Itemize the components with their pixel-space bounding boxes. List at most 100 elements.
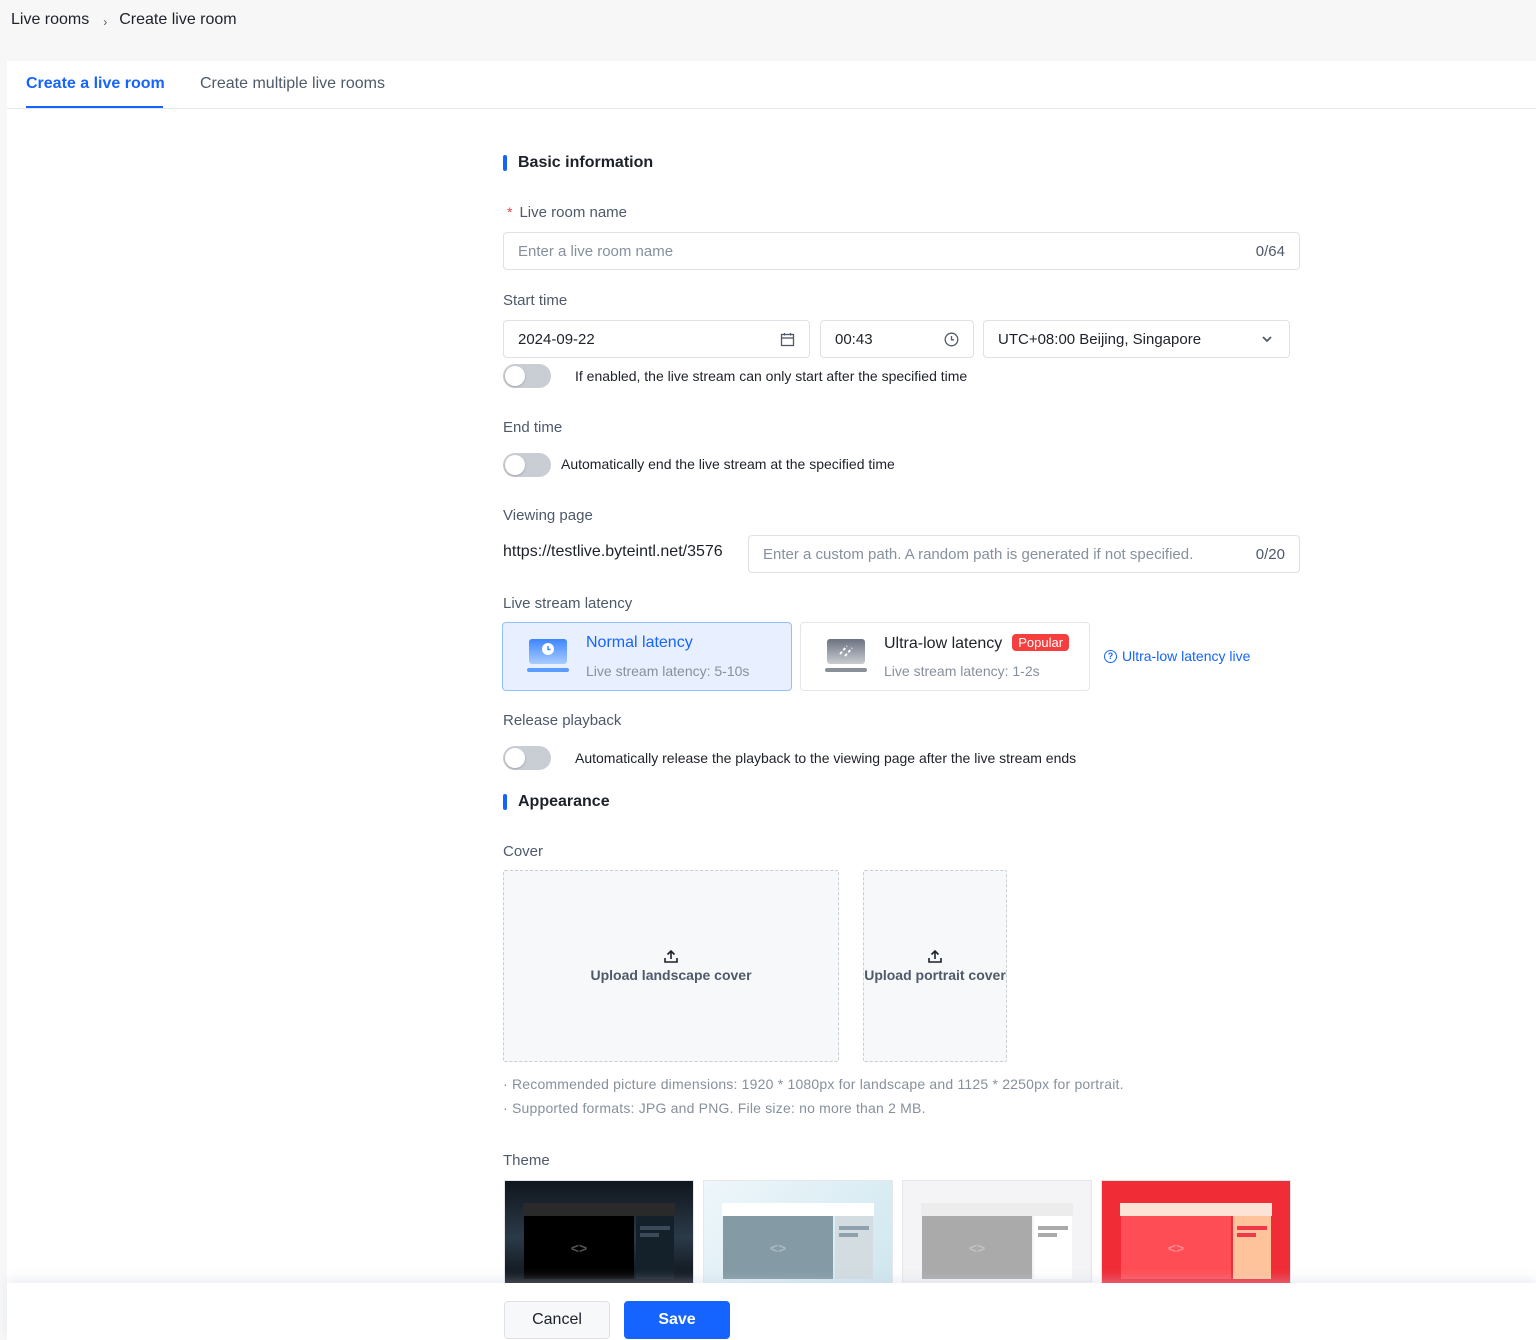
- required-mark: *: [507, 204, 513, 220]
- start-date-picker[interactable]: 2024-09-22: [503, 320, 810, 358]
- theme-preview-sidebar: [835, 1216, 873, 1279]
- breadcrumb-current: Create live room: [119, 11, 237, 28]
- clock-icon: [943, 331, 959, 347]
- breadcrumb-live-rooms[interactable]: Live rooms: [11, 11, 89, 29]
- logo-icon: <>: [968, 1239, 986, 1256]
- release-playback-hint: Automatically release the playback to th…: [575, 750, 1077, 766]
- theme-preview-video: <>: [723, 1216, 833, 1279]
- section-marker: [503, 155, 507, 171]
- timezone-value: UTC+08:00 Beijing, Singapore: [998, 330, 1202, 348]
- logo-icon: <>: [570, 1239, 588, 1256]
- main-card: Create a live room Create multiple live …: [7, 61, 1536, 1340]
- theme-preview-frame: <>: [523, 1203, 675, 1283]
- save-button[interactable]: Save: [624, 1301, 730, 1339]
- latency-title: Normal latency: [586, 634, 693, 651]
- theme-option-dark[interactable]: <>: [504, 1180, 694, 1284]
- placeholder: Enter a custom path. A random path is ge…: [763, 545, 1194, 563]
- ultra-low-latency-help-link[interactable]: ? Ultra-low latency live: [1104, 648, 1250, 664]
- calendar-icon: [779, 331, 795, 347]
- theme-preview-frame: <>: [921, 1203, 1073, 1283]
- date-value: 2024-09-22: [518, 330, 595, 348]
- upload-landscape-label: Upload landscape cover: [590, 967, 752, 983]
- end-time-hint: Automatically end the live stream at the…: [561, 456, 895, 472]
- theme-preview-sidebar: [636, 1216, 674, 1279]
- upload-icon: [664, 949, 678, 963]
- placeholder: Enter a live room name: [518, 242, 674, 260]
- start-time-picker[interactable]: 00:43: [820, 320, 974, 358]
- live-room-name-input[interactable]: Enter a live room name 0/64: [503, 232, 1300, 270]
- theme-preview-line: [640, 1233, 659, 1237]
- section-basic-information: Basic information: [503, 154, 653, 172]
- chevron-right-icon: ›: [103, 15, 108, 29]
- release-playback-label: Release playback: [503, 712, 622, 729]
- latency-option-ultra-low[interactable]: Ultra-low latency Popular Live stream lat…: [800, 622, 1090, 691]
- theme-preview-header: [921, 1203, 1073, 1216]
- cover-note-formats: · Supported formats: JPG and PNG. File s…: [503, 1100, 926, 1116]
- theme-preview-line: [1038, 1233, 1057, 1237]
- theme-preview-line: [839, 1226, 869, 1230]
- theme-preview-header: [1120, 1203, 1272, 1216]
- theme-preview-frame: <>: [1120, 1203, 1272, 1283]
- cancel-button[interactable]: Cancel: [504, 1301, 610, 1339]
- upload-landscape-cover[interactable]: Upload landscape cover: [503, 870, 839, 1062]
- theme-preview-header: [722, 1203, 874, 1216]
- theme-preview-header: [523, 1203, 675, 1216]
- live-room-name-label: * Live room name: [507, 204, 627, 221]
- theme-preview-frame: <>: [722, 1203, 874, 1283]
- section-appearance: Appearance: [503, 793, 610, 811]
- theme-preview-line: [1237, 1233, 1256, 1237]
- latency-subtitle: Live stream latency: 5-10s: [586, 663, 750, 679]
- theme-option-festive-red[interactable]: <>: [1101, 1180, 1291, 1284]
- theme-option-light-gray[interactable]: <>: [902, 1180, 1092, 1284]
- upload-portrait-cover[interactable]: Upload portrait cover: [863, 870, 1007, 1062]
- help-link-text: Ultra-low latency live: [1122, 648, 1251, 664]
- footer-bar: Cancel Save: [7, 1283, 1536, 1340]
- theme-option-light-blue[interactable]: <>: [703, 1180, 893, 1284]
- upload-portrait-label: Upload portrait cover: [864, 967, 1006, 983]
- cover-note-dimensions: · Recommended picture dimensions: 1920 *…: [503, 1076, 1124, 1092]
- theme-preview-sidebar: [1233, 1216, 1271, 1279]
- fast-laptop-icon: [825, 639, 867, 672]
- label-text: Live room name: [519, 204, 628, 221]
- tab-create-live-room[interactable]: Create a live room: [26, 75, 165, 93]
- custom-path-input[interactable]: Enter a custom path. A random path is ge…: [748, 535, 1300, 573]
- latency-label: Live stream latency: [503, 595, 633, 612]
- start-time-label: Start time: [503, 292, 568, 309]
- time-value: 00:43: [835, 330, 873, 348]
- theme-preview-video: <>: [922, 1216, 1032, 1279]
- active-tab-indicator: [26, 106, 163, 108]
- chevron-down-icon: [1259, 331, 1275, 347]
- theme-preview-sidebar: [1034, 1216, 1072, 1279]
- latency-title: Ultra-low latency Popular: [884, 634, 1070, 653]
- section-marker: [503, 794, 507, 810]
- theme-preview-video: <>: [524, 1216, 634, 1279]
- upload-icon: [928, 949, 942, 963]
- latency-subtitle: Live stream latency: 1-2s: [884, 663, 1040, 679]
- tab-create-multiple-live-rooms[interactable]: Create multiple live rooms: [200, 75, 385, 93]
- release-playback-toggle[interactable]: [503, 746, 551, 770]
- logo-icon: <>: [1167, 1239, 1185, 1256]
- theme-label: Theme: [503, 1152, 550, 1169]
- start-time-hint: If enabled, the live stream can only sta…: [575, 368, 968, 384]
- char-count: 0/20: [1255, 545, 1285, 563]
- latency-title-text: Ultra-low latency: [884, 635, 1003, 652]
- tab-bar: Create a live room Create multiple live …: [7, 61, 1536, 109]
- section-title-text: Basic information: [518, 154, 654, 171]
- cover-label: Cover: [503, 843, 544, 860]
- logo-icon: <>: [769, 1239, 787, 1256]
- popular-badge: Popular: [1012, 634, 1070, 651]
- auto-end-toggle[interactable]: [503, 453, 551, 477]
- question-circle-icon: ?: [1104, 649, 1117, 663]
- viewing-page-label: Viewing page: [503, 507, 593, 524]
- theme-preview-line: [839, 1233, 858, 1237]
- theme-preview-line: [1237, 1226, 1267, 1230]
- theme-preview-line: [640, 1226, 670, 1230]
- timezone-select[interactable]: UTC+08:00 Beijing, Singapore: [983, 320, 1290, 358]
- latency-option-normal[interactable]: Normal latency Live stream latency: 5-10…: [502, 622, 792, 691]
- breadcrumb: Live rooms › Create live room: [11, 11, 237, 29]
- viewing-page-url-prefix: https://testlive.byteintl.net/3576: [503, 543, 723, 560]
- end-time-label: End time: [503, 419, 563, 436]
- theme-preview-line: [1038, 1226, 1068, 1230]
- start-time-restriction-toggle[interactable]: [503, 364, 551, 388]
- theme-preview-video: <>: [1121, 1216, 1231, 1279]
